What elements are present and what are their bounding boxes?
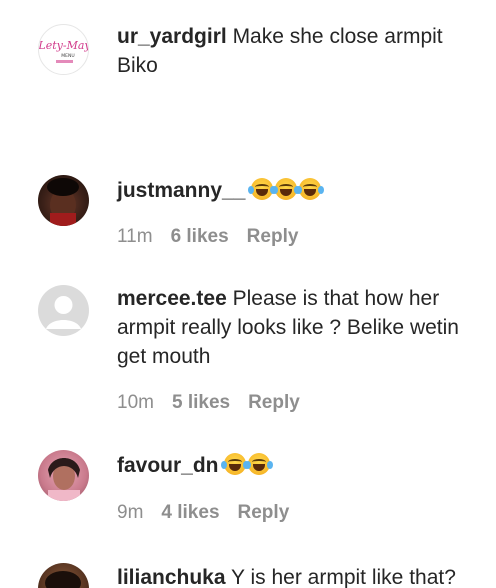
reply-button[interactable]: Reply bbox=[238, 502, 290, 524]
comment-body: Y is her armpit like that? bbox=[231, 566, 456, 588]
comment-meta: 10m 5 likes Reply bbox=[117, 392, 300, 414]
face-with-tears-of-joy-icon bbox=[221, 453, 250, 475]
comment-text: mercee.tee Please is that how her armpit… bbox=[117, 284, 476, 371]
comment-username[interactable]: ur_yardgirl bbox=[117, 25, 227, 48]
comment-text: ur_yardgirl Make she close armpit Biko bbox=[117, 22, 476, 80]
user-photo-icon bbox=[45, 571, 81, 588]
comment-text: lilianchuka Y is her armpit like that? bbox=[117, 563, 476, 588]
comment-username[interactable]: lilianchuka bbox=[117, 566, 226, 588]
face-with-tears-of-joy-icon bbox=[248, 178, 277, 200]
avatar[interactable]: Lety-May MENU bbox=[38, 24, 89, 75]
svg-text:Lety-May: Lety-May bbox=[39, 39, 89, 52]
comment-time: 9m bbox=[117, 502, 144, 523]
emoji-group bbox=[248, 178, 325, 202]
avatar[interactable] bbox=[38, 450, 89, 501]
likes-count[interactable]: 5 likes bbox=[172, 392, 230, 414]
avatar[interactable] bbox=[38, 563, 89, 588]
brand-logo-icon: Lety-May MENU bbox=[39, 39, 89, 63]
emoji-group bbox=[221, 453, 274, 477]
user-photo-icon bbox=[47, 178, 79, 226]
avatar[interactable] bbox=[38, 175, 89, 226]
face-with-tears-of-joy-icon bbox=[296, 178, 325, 200]
comment-text: justmanny__ bbox=[117, 176, 476, 205]
reply-button[interactable]: Reply bbox=[247, 226, 299, 248]
comment-username[interactable]: favour_dn bbox=[117, 454, 219, 477]
comment-time: 11m bbox=[117, 226, 153, 247]
comment-username[interactable]: justmanny__ bbox=[117, 179, 245, 202]
comment-meta: 11m 6 likes Reply bbox=[117, 226, 298, 248]
comment-time: 10m bbox=[117, 392, 154, 413]
avatar[interactable] bbox=[38, 285, 89, 336]
user-photo-icon bbox=[48, 458, 80, 501]
likes-count[interactable]: 4 likes bbox=[161, 502, 219, 524]
comment-text: favour_dn bbox=[117, 451, 476, 480]
face-with-tears-of-joy-icon bbox=[245, 453, 274, 475]
face-with-tears-of-joy-icon bbox=[272, 178, 301, 200]
reply-button[interactable]: Reply bbox=[248, 392, 300, 414]
comment-username[interactable]: mercee.tee bbox=[117, 287, 227, 310]
default-avatar-icon bbox=[38, 285, 89, 336]
likes-count[interactable]: 6 likes bbox=[171, 226, 229, 248]
comment-meta: 9m 4 likes Reply bbox=[117, 502, 289, 524]
svg-text:MENU: MENU bbox=[61, 53, 74, 59]
